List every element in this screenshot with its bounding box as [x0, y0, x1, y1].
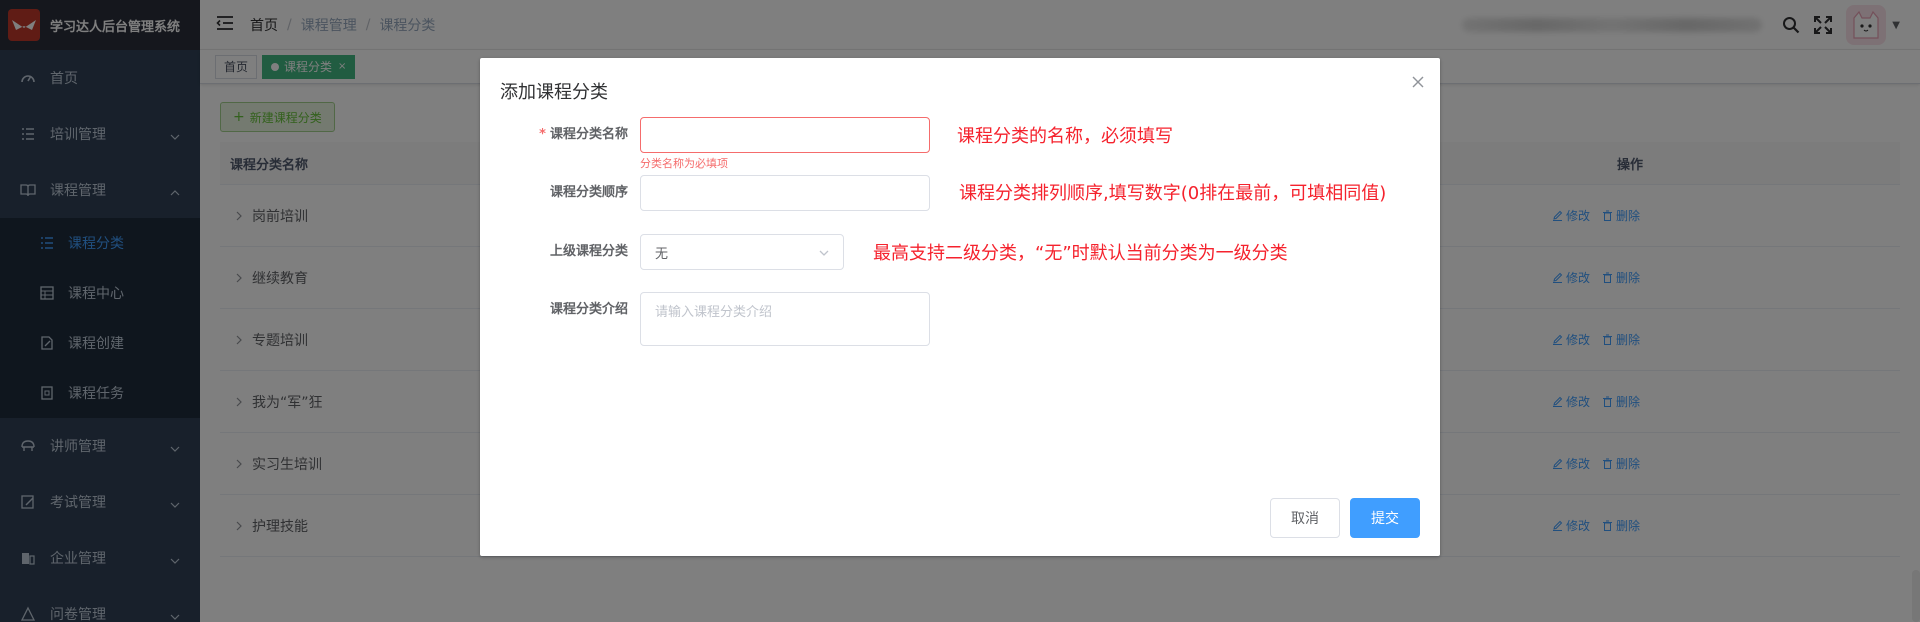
category-order-input[interactable] — [640, 175, 930, 211]
parent-category-select[interactable]: 无 — [640, 234, 844, 270]
required-mark: * — [539, 127, 546, 142]
annotation-order: 课程分类排列顺序,填写数字(0排在最前，可填相同值) — [959, 183, 1387, 204]
submit-button[interactable]: 提交 — [1350, 498, 1420, 538]
parent-label: 上级课程分类 — [549, 244, 628, 259]
close-icon[interactable] — [1412, 76, 1424, 88]
cancel-button[interactable]: 取消 — [1270, 498, 1340, 538]
form-row-name: * 课程分类名称 分类名称为必填项 — [480, 117, 930, 170]
category-intro-textarea[interactable] — [640, 292, 930, 346]
form-row-order: 课程分类顺序 — [480, 175, 930, 211]
order-label: 课程分类顺序 — [549, 185, 628, 200]
form-row-intro: 课程分类介绍 — [480, 292, 930, 346]
name-label: * 课程分类名称 — [539, 127, 628, 142]
category-name-input[interactable] — [640, 117, 930, 153]
intro-label: 课程分类介绍 — [549, 302, 628, 317]
add-category-dialog: 添加课程分类 * 课程分类名称 分类名称为必填项 课程分类的名称，必须填写 课程分… — [480, 58, 1440, 556]
form-row-parent: 上级课程分类 无 — [480, 234, 844, 270]
name-error-message: 分类名称为必填项 — [640, 157, 728, 170]
annotation-name: 课程分类的名称，必须填写 — [957, 126, 1173, 147]
scrollbar-thumb[interactable] — [1912, 570, 1920, 622]
chevron-down-icon — [819, 245, 829, 260]
dialog-title: 添加课程分类 — [500, 82, 608, 103]
annotation-parent: 最高支持二级分类，“无”时默认当前分类为一级分类 — [873, 243, 1288, 264]
select-value: 无 — [655, 246, 669, 262]
